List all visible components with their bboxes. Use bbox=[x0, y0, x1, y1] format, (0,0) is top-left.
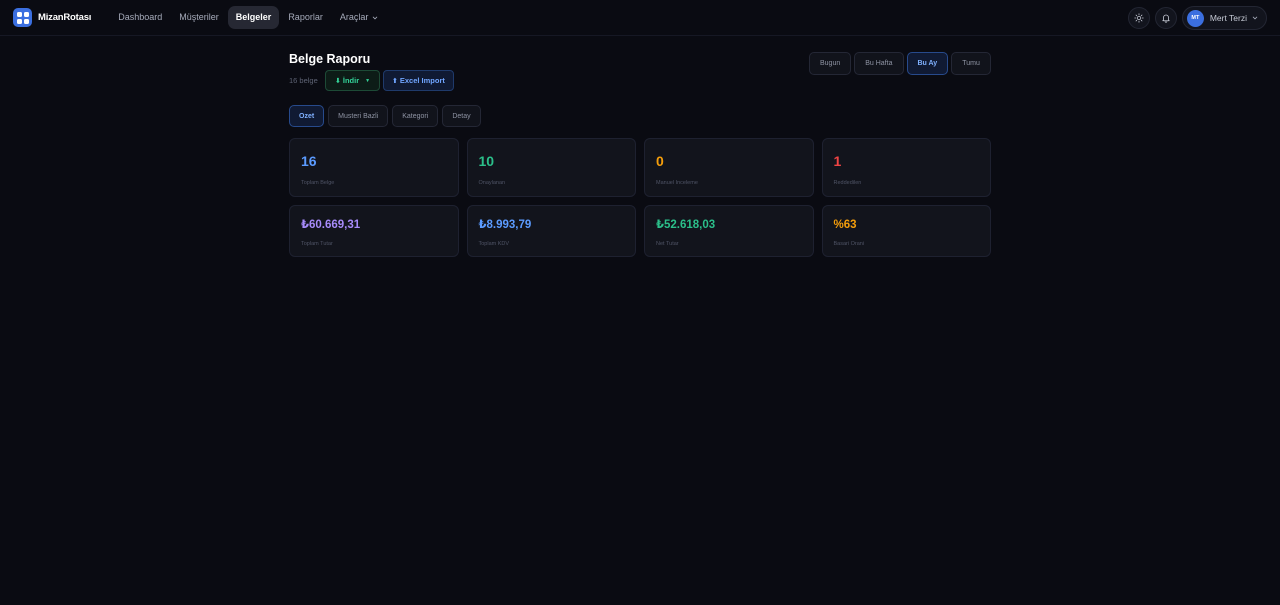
brand-name: MizanRotası bbox=[38, 12, 92, 23]
nav-item-reports[interactable]: Raporlar bbox=[280, 6, 331, 29]
tab-category[interactable]: Kategori bbox=[392, 105, 439, 127]
range-this-month-button[interactable]: Bu Ay bbox=[906, 52, 949, 75]
stat-label: Toplam Tutar bbox=[301, 241, 333, 247]
amount-stats-row: ₺60.669,31 Toplam Tutar ₺8.993,79 Toplam… bbox=[289, 205, 991, 257]
stat-card-net-amount: ₺52.618,03 Net Tutar bbox=[644, 205, 814, 257]
upload-arrow-icon: ⬆ bbox=[392, 77, 398, 85]
tab-summary[interactable]: Ozet bbox=[289, 105, 325, 127]
main-nav: Dashboard Müşteriler Belgeler Raporlar A… bbox=[110, 6, 387, 29]
stat-card-total-vat: ₺8.993,79 Toplam KDV bbox=[466, 205, 636, 257]
stat-card-total-documents: 16 Toplam Belge bbox=[289, 138, 459, 197]
stat-label: Manuel Inceleme bbox=[656, 180, 698, 186]
download-arrow-icon: ⬇ bbox=[335, 77, 341, 85]
document-count: 16 belge bbox=[289, 76, 318, 85]
nav-item-tools-label: Araçlar bbox=[339, 12, 369, 22]
nav-item-documents[interactable]: Belgeler bbox=[227, 6, 280, 29]
bell-icon bbox=[1162, 14, 1170, 23]
stat-card-success-rate: %63 Basari Orani bbox=[821, 205, 991, 257]
stat-label: Basari Orani bbox=[833, 241, 865, 247]
top-navigation-bar: MizanRotası Dashboard Müşteriler Belgele… bbox=[0, 0, 1280, 36]
stat-value: ₺8.993,79 bbox=[478, 219, 532, 231]
range-today-button[interactable]: Bugun bbox=[809, 52, 852, 75]
brand[interactable]: MizanRotası bbox=[13, 8, 91, 27]
range-this-week-button[interactable]: Bu Hafta bbox=[854, 52, 904, 75]
tab-customer-based[interactable]: Musteri Bazli bbox=[328, 105, 389, 127]
sun-icon bbox=[1134, 13, 1144, 23]
nav-item-tools[interactable]: Araçlar bbox=[332, 6, 387, 29]
stats-grid: 16 Toplam Belge 10 Onaylanan 0 Manuel In… bbox=[289, 138, 991, 265]
report-tabs: Ozet Musteri Bazli Kategori Detay bbox=[289, 105, 485, 127]
stat-card-total-amount: ₺60.669,31 Toplam Tutar bbox=[289, 205, 459, 257]
stat-label: Net Tutar bbox=[656, 241, 679, 247]
download-button[interactable]: ⬇ İndir ▼ bbox=[325, 70, 381, 91]
stat-value: 0 bbox=[656, 153, 664, 169]
download-button-label: İndir bbox=[342, 76, 360, 85]
excel-import-button[interactable]: ⬆ Excel Import bbox=[383, 70, 454, 91]
user-name: Mert Terzi bbox=[1209, 13, 1247, 23]
stat-label: Toplam KDV bbox=[478, 241, 510, 247]
avatar: MT bbox=[1186, 9, 1204, 27]
stat-value: 1 bbox=[833, 153, 842, 169]
stat-card-approved: 10 Onaylanan bbox=[466, 138, 636, 197]
tab-detail[interactable]: Detay bbox=[442, 105, 481, 127]
range-all-button[interactable]: Tumu bbox=[951, 52, 991, 75]
chevron-down-icon bbox=[373, 16, 378, 19]
stat-value: ₺60.669,31 bbox=[301, 219, 361, 231]
theme-toggle-button[interactable] bbox=[1127, 7, 1150, 29]
stat-label: Toplam Belge bbox=[301, 180, 335, 186]
nav-item-customers[interactable]: Müşteriler bbox=[171, 6, 227, 29]
excel-import-label: Excel Import bbox=[399, 76, 445, 85]
notifications-button[interactable] bbox=[1154, 7, 1177, 29]
page-title: Belge Raporu bbox=[289, 52, 371, 66]
stat-value: ₺52.618,03 bbox=[656, 219, 716, 231]
status-stats-row: 16 Toplam Belge 10 Onaylanan 0 Manuel In… bbox=[289, 138, 991, 197]
stat-card-rejected: 1 Reddedilen bbox=[821, 138, 991, 197]
date-range-selector: Bugun Bu Hafta Bu Ay Tumu bbox=[809, 52, 994, 75]
app-logo-icon bbox=[13, 8, 32, 27]
chevron-down-icon bbox=[1252, 16, 1258, 20]
stat-value: 10 bbox=[478, 153, 495, 169]
top-right-controls: MT Mert Terzi bbox=[1127, 6, 1267, 30]
stat-label: Onaylanan bbox=[478, 180, 506, 186]
nav-item-dashboard[interactable]: Dashboard bbox=[110, 6, 170, 29]
caret-down-icon: ▼ bbox=[365, 77, 371, 84]
stat-card-manual-review: 0 Manuel Inceleme bbox=[644, 138, 814, 197]
user-menu-button[interactable]: MT Mert Terzi bbox=[1181, 6, 1267, 30]
stat-label: Reddedilen bbox=[833, 180, 862, 186]
stat-value: 16 bbox=[301, 153, 317, 169]
stat-value: %63 bbox=[833, 219, 857, 231]
